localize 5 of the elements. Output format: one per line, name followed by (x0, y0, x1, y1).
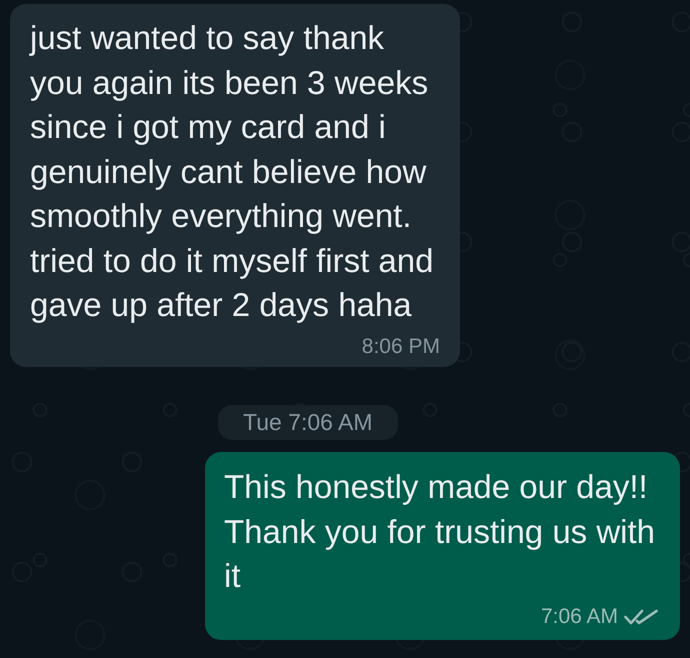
message-text: This honestly made our day!! Thank you for trusting us with it (224, 467, 656, 596)
message-text: just wanted to say thank you again its been 3 weeks since i got my card and i genuinely cant believe how smoothly everything went. tried to do it myself first and gave up after 2 days haha (30, 18, 434, 325)
date-divider: Tue 7:06 AM (218, 404, 398, 440)
message-time: 7:06 AM (540, 604, 618, 628)
message-time: 8:06 PM (362, 334, 440, 358)
